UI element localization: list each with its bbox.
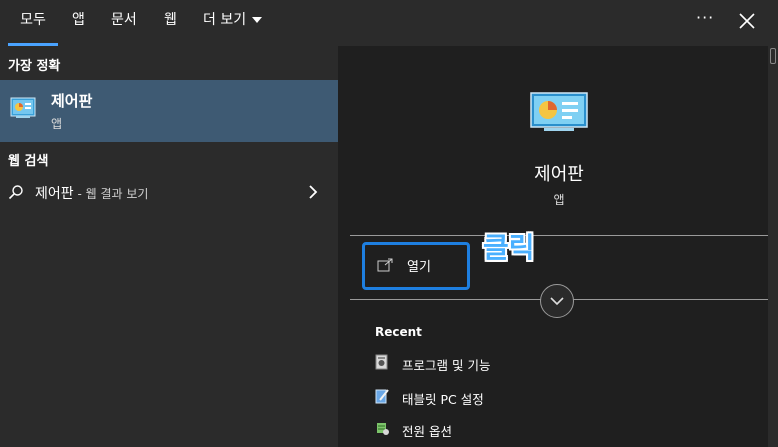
control-panel-icon [530, 92, 588, 132]
divider [350, 235, 768, 236]
search-icon [8, 184, 24, 200]
close-icon[interactable] [736, 10, 758, 32]
open-button[interactable]: 열기 [362, 242, 470, 290]
open-label: 열기 [407, 260, 431, 275]
power-options-icon [374, 420, 390, 436]
results-list: 가장 정확 제어판 앱 웹 검색 제어판 - 웹 결과 보기 [0, 46, 338, 447]
tab-label: 문서 [111, 12, 137, 28]
click-annotation: 클릭 [483, 231, 535, 264]
recent-item-label: 전원 옵션 [402, 424, 452, 439]
best-match-item[interactable]: 제어판 앱 [0, 80, 338, 142]
tab-more[interactable]: 더 보기 [203, 0, 263, 46]
best-match-name: 제어판 [51, 92, 93, 110]
tab-apps[interactable]: 앱 [72, 0, 85, 46]
scrollbar[interactable] [768, 46, 778, 447]
search-scope-tabs: 모두 앱 문서 웹 더 보기 ··· [0, 0, 778, 46]
tab-label: 웹 [164, 12, 177, 28]
tab-label: 앱 [72, 12, 85, 28]
web-search-term: 제어판 [35, 186, 74, 202]
best-match-heading: 가장 정확 [8, 59, 61, 74]
web-search-item[interactable]: 제어판 - 웹 결과 보기 [0, 172, 338, 212]
chevron-down-icon [252, 17, 263, 23]
app-title: 제어판 [534, 164, 584, 185]
control-panel-icon [10, 97, 36, 119]
web-search-suffix: - 웹 결과 보기 [73, 187, 149, 201]
tablet-settings-icon [374, 388, 390, 404]
app-type: 앱 [553, 193, 565, 207]
expand-button[interactable] [540, 284, 574, 318]
detail-panel: 제어판 앱 열기 클릭 Recent 프로그램 및 기능 태블릿 PC 설정 전… [338, 46, 768, 447]
tab-all[interactable]: 모두 [8, 0, 58, 46]
recent-item-label: 프로그램 및 기능 [402, 358, 491, 373]
web-search-text: 제어판 - 웹 결과 보기 [35, 183, 148, 203]
open-external-icon [377, 257, 393, 272]
best-match-type: 앱 [51, 117, 63, 131]
tab-label: 더 보기 [203, 12, 247, 28]
chevron-right-icon[interactable] [308, 184, 318, 200]
web-search-heading: 웹 검색 [8, 154, 49, 169]
scrollbar-thumb[interactable] [770, 48, 776, 64]
ellipsis-icon[interactable]: ··· [696, 8, 714, 27]
programs-icon [374, 354, 390, 370]
tab-documents[interactable]: 문서 [111, 0, 137, 46]
recent-heading: Recent [375, 325, 422, 339]
tab-web[interactable]: 웹 [164, 0, 177, 46]
tab-label: 모두 [20, 12, 46, 28]
recent-item-label: 태블릿 PC 설정 [402, 392, 484, 407]
chevron-down-icon [550, 297, 564, 306]
